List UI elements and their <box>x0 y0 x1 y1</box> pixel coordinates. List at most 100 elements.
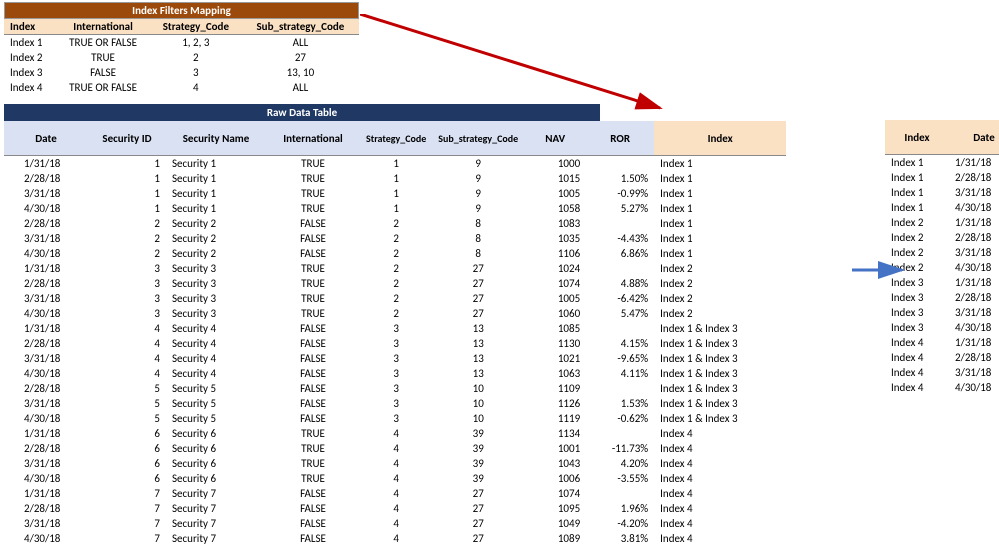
summary-cell-index: Index 1 <box>885 155 949 171</box>
raw-cell-sc: 3 <box>360 351 432 366</box>
raw-cell-sid: 4 <box>88 336 166 351</box>
raw-hdr-index: Index <box>654 121 786 156</box>
raw-cell-sc: 1 <box>360 201 432 216</box>
raw-cell-ror: 4.20% <box>586 456 654 471</box>
raw-hdr-intl: International <box>266 121 360 156</box>
raw-cell-date: 1/31/18 <box>4 261 88 276</box>
raw-cell-date: 3/31/18 <box>4 351 88 366</box>
raw-cell-ssc: 10 <box>432 411 524 426</box>
raw-cell-sid: 6 <box>88 441 166 456</box>
raw-cell-sc: 3 <box>360 411 432 426</box>
filters-cell-sub: ALL <box>242 80 359 95</box>
summary-row: Index 41/31/18222080.00% <box>885 335 999 350</box>
raw-cell-sid: 2 <box>88 246 166 261</box>
summary-cell-date: 3/31/18 <box>949 245 999 260</box>
summary-cell-index: Index 3 <box>885 290 949 305</box>
raw-cell-idx: Index 4 <box>654 486 786 501</box>
raw-cell-idx: Index 2 <box>654 306 786 321</box>
raw-row: 3/31/186Security 6TRUE43910434.20%Index … <box>4 456 786 471</box>
raw-cell-sc: 2 <box>360 246 432 261</box>
raw-cell-name: Security 2 <box>166 216 266 231</box>
raw-cell-date: 4/30/18 <box>4 246 88 261</box>
raw-cell-ror: 4.88% <box>586 276 654 291</box>
raw-cell-intl: FALSE <box>266 231 360 246</box>
raw-cell-name: Security 4 <box>166 351 266 366</box>
raw-cell-sc: 4 <box>360 501 432 516</box>
raw-cell-date: 2/28/18 <box>4 336 88 351</box>
raw-cell-ssc: 27 <box>432 501 524 516</box>
raw-hdr-sid: Security ID <box>88 121 166 156</box>
raw-cell-intl: FALSE <box>266 366 360 381</box>
raw-cell-ror <box>586 321 654 336</box>
raw-cell-name: Security 3 <box>166 276 266 291</box>
raw-cell-date: 3/31/18 <box>4 456 88 471</box>
filters-hdr-index: Index <box>4 19 56 35</box>
filters-cell-intl: TRUE OR FALSE <box>56 80 150 95</box>
raw-cell-name: Security 7 <box>166 501 266 516</box>
raw-cell-idx: Index 4 <box>654 501 786 516</box>
summary-cell-date: 4/30/18 <box>949 200 999 215</box>
raw-cell-intl: FALSE <box>266 411 360 426</box>
raw-cell-nav: 1001 <box>524 441 586 456</box>
raw-cell-nav: 1126 <box>524 396 586 411</box>
summary-row: Index 34/30/18221820.00% <box>885 320 999 335</box>
raw-cell-sid: 2 <box>88 231 166 246</box>
raw-cell-sid: 7 <box>88 531 166 546</box>
raw-data-table: Raw Data Table Date Security ID Security… <box>4 104 849 546</box>
filters-cell-intl: TRUE OR FALSE <box>56 35 150 51</box>
raw-cell-idx: Index 1 <box>654 201 786 216</box>
raw-cell-date: 4/30/18 <box>4 201 88 216</box>
raw-cell-name: Security 4 <box>166 366 266 381</box>
raw-row: 4/30/182Security 2FALSE2811066.86%Index … <box>4 246 786 261</box>
raw-cell-intl: TRUE <box>266 276 360 291</box>
raw-cell-idx: Index 1 <box>654 156 786 172</box>
summary-cell-index: Index 2 <box>885 245 949 260</box>
raw-hdr-date: Date <box>4 121 88 156</box>
raw-cell-nav: 1063 <box>524 366 586 381</box>
summary-cell-index: Index 1 <box>885 185 949 200</box>
raw-row: 3/31/181Security 1TRUE191005-0.99%Index … <box>4 186 786 201</box>
raw-cell-intl: FALSE <box>266 396 360 411</box>
raw-cell-ror <box>586 216 654 231</box>
raw-cell-name: Security 6 <box>166 426 266 441</box>
raw-cell-idx: Index 1 & Index 3 <box>654 396 786 411</box>
raw-cell-ssc: 13 <box>432 366 524 381</box>
raw-cell-nav: 1043 <box>524 456 586 471</box>
raw-cell-intl: FALSE <box>266 321 360 336</box>
raw-row: 2/28/187Security 7FALSE42710951.96%Index… <box>4 501 786 516</box>
raw-cell-ror: 3.81% <box>586 531 654 546</box>
raw-cell-ror: 5.27% <box>586 201 654 216</box>
raw-row: 3/31/182Security 2FALSE281035-4.43%Index… <box>4 231 786 246</box>
raw-cell-nav: 1000 <box>524 156 586 172</box>
raw-row: 4/30/183Security 3TRUE22710605.47%Index … <box>4 306 786 321</box>
raw-cell-intl: FALSE <box>266 216 360 231</box>
summary-row: Index 32/28/18222390.00% <box>885 290 999 305</box>
raw-cell-sc: 4 <box>360 456 432 471</box>
raw-cell-ror <box>586 261 654 276</box>
raw-cell-name: Security 4 <box>166 336 266 351</box>
raw-cell-ror: -0.99% <box>586 186 654 201</box>
raw-cell-date: 1/31/18 <box>4 426 88 441</box>
raw-cell-ssc: 13 <box>432 351 524 366</box>
filters-cell-sub: ALL <box>242 35 359 51</box>
raw-cell-name: Security 6 <box>166 456 266 471</box>
summary-cell-date: 1/31/18 <box>949 155 999 171</box>
summary-cell-date: 3/31/18 <box>949 305 999 320</box>
filters-cell-strat: 4 <box>150 80 242 95</box>
summary-cell-index: Index 4 <box>885 380 949 395</box>
raw-cell-idx: Index 4 <box>654 471 786 486</box>
raw-cell-sid: 1 <box>88 186 166 201</box>
summary-cell-index: Index 3 <box>885 320 949 335</box>
summary-cell-date: 2/28/18 <box>949 230 999 245</box>
raw-hdr-sc: Strategy_Code <box>360 121 432 156</box>
summary-cell-date: 4/30/18 <box>949 260 999 275</box>
summary-row: Index 21/31/18110240.00% <box>885 215 999 230</box>
raw-cell-date: 2/28/18 <box>4 171 88 186</box>
summary-cell-index: Index 4 <box>885 365 949 380</box>
filters-cell-index: Index 3 <box>4 65 56 80</box>
raw-cell-ror <box>586 426 654 441</box>
summary-row: Index 14/30/184434612.13% <box>885 200 999 215</box>
raw-cell-intl: FALSE <box>266 246 360 261</box>
raw-cell-date: 3/31/18 <box>4 231 88 246</box>
raw-cell-idx: Index 1 <box>654 246 786 261</box>
